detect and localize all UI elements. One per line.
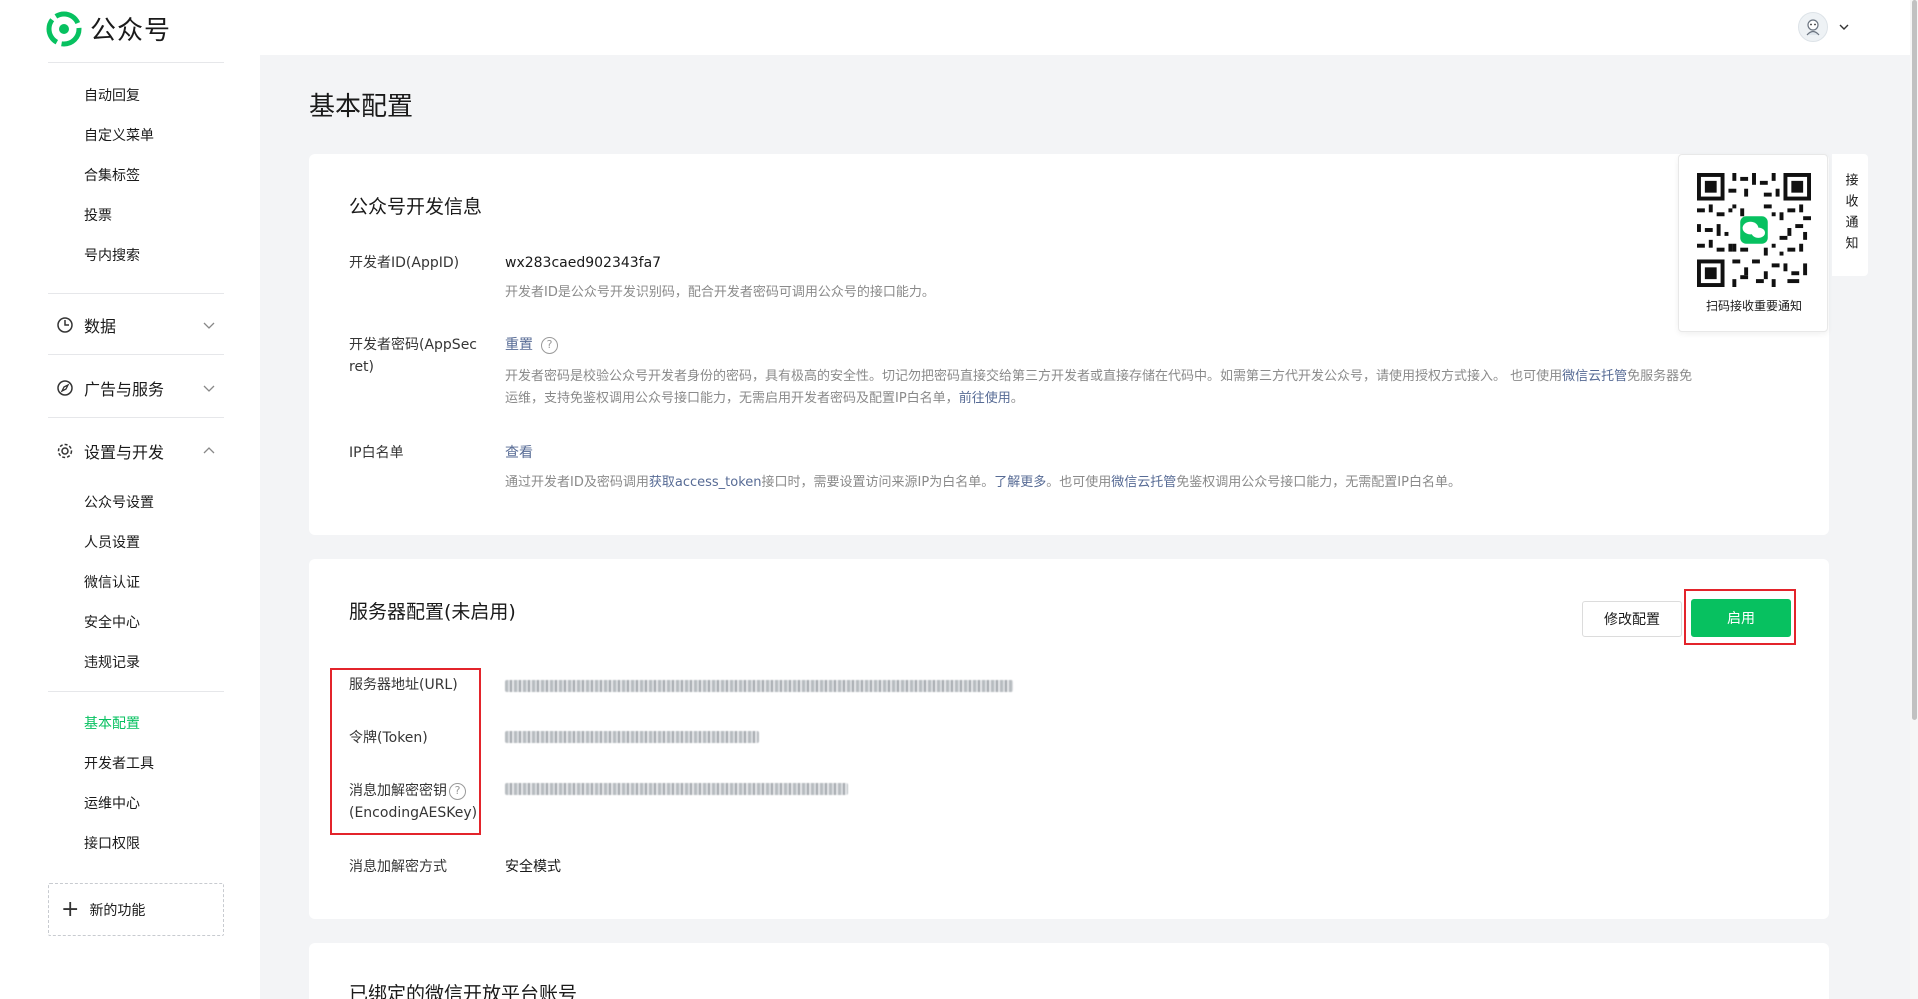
ip-whitelist-view-link[interactable]: 查看 (505, 442, 533, 464)
user-avatar-icon (1806, 19, 1820, 36)
appsecret-actions: 重置? (505, 334, 558, 356)
sidebar-item-account-settings[interactable]: 公众号设置 (84, 492, 154, 512)
appid-description: 开发者ID是公众号开发识别码，配合开发者密码可调用公众号的接口能力。 (505, 285, 935, 300)
desc-text: 免鉴权调用公众号接口能力，无需配置IP白名单。 (1176, 475, 1461, 490)
bound-accounts-card: 已绑定的微信开放平台账号 (309, 943, 1829, 999)
chevron-down-icon[interactable] (1838, 21, 1850, 33)
desc-text: 免服务器免 (1627, 369, 1693, 384)
sidebar-item-collection-tags[interactable]: 合集标签 (84, 165, 140, 185)
reset-secret-link[interactable]: 重置 (505, 337, 533, 353)
sidebar-item-vote[interactable]: 投票 (84, 205, 112, 225)
qr-caption: 扫码接收重要通知 (1705, 299, 1802, 313)
appsecret-label-line1: 开发者密码(AppSec (349, 337, 478, 353)
desc-text: 运维，支持免鉴权调用公众号接口能力，无需启用开发者密码及配置IP白名单， (505, 391, 959, 406)
desc-text: 接口时，需要设置访问来源IP为白名单。 (761, 475, 995, 490)
sidebar-divider (48, 417, 224, 418)
plus-icon: + (61, 896, 80, 922)
top-header: 公众号 (0, 0, 1918, 55)
wechat-cloud-link[interactable]: 微信云托管 (1111, 475, 1176, 490)
wechat-cloud-link[interactable]: 微信云托管 (1562, 369, 1627, 384)
desc-text: 。 (1010, 391, 1024, 406)
server-url-label: 服务器地址(URL) (349, 677, 458, 693)
encryption-mode-label: 消息加解密方式 (349, 859, 447, 875)
wechat-official-logo-icon (46, 11, 82, 46)
new-feature-label: 新的功能 (89, 902, 146, 919)
ip-whitelist-description: 通过开发者ID及密码调用获取access_token接口时，需要设置访问来源IP… (505, 472, 1785, 494)
receive-notify-label: 接收通知 (1842, 173, 1858, 257)
go-use-link[interactable]: 前往使用 (959, 391, 1011, 406)
learn-more-link[interactable]: 了解更多 (994, 475, 1046, 490)
sidebar-item-ops-center[interactable]: 运维中心 (84, 793, 140, 813)
aes-key-label: 消息加解密密钥? (EncodingAESKey) (349, 780, 477, 824)
compass-icon (57, 380, 73, 396)
sidebar-divider (48, 293, 224, 294)
sidebar-item-search[interactable]: 号内搜索 (84, 245, 140, 265)
scrollbar-thumb[interactable] (1912, 0, 1917, 720)
edit-config-button[interactable]: 修改配置 (1582, 601, 1682, 637)
sidebar: 自动回复 自定义菜单 合集标签 投票 号内搜索 数据 广告与服务 设置与开发 公… (0, 55, 260, 999)
access-token-link[interactable]: 获取access_token (649, 475, 762, 490)
appsecret-description: 开发者密码是校验公众号开发者身份的密码，具有极高的安全性。切记勿把密码直接交给第… (505, 366, 1785, 410)
clock-chart-icon (57, 317, 73, 333)
page-title: 基本配置 (309, 92, 414, 122)
account-menu[interactable] (1798, 12, 1850, 42)
receive-notify-tab[interactable]: 接收通知 (1832, 154, 1868, 276)
sidebar-item-api-permissions[interactable]: 接口权限 (84, 833, 140, 853)
chevron-down-icon (203, 385, 215, 392)
sidebar-item-security-center[interactable]: 安全中心 (84, 612, 140, 632)
desc-text: 开发者密码是校验公众号开发者身份的密码，具有极高的安全性。切记勿把密码直接交给第… (505, 369, 1563, 384)
server-config-card: 服务器配置(未启用) 修改配置 启用 服务器地址(URL) 令牌(Token) … (309, 559, 1829, 919)
sidebar-group-settings[interactable]: 设置与开发 (56, 439, 216, 463)
appsecret-label: 开发者密码(AppSec ret) (349, 334, 477, 378)
appid-label: 开发者ID(AppID) (349, 255, 460, 271)
help-icon[interactable]: ? (541, 336, 558, 354)
sidebar-group-label: 设置与开发 (84, 443, 165, 462)
sidebar-item-violations[interactable]: 违规记录 (84, 652, 140, 672)
sidebar-item-wechat-verify[interactable]: 微信认证 (84, 572, 140, 592)
encryption-mode-value: 安全模式 (505, 859, 561, 875)
sidebar-divider (48, 62, 224, 63)
logo-text: 公众号 (90, 16, 172, 46)
server-url-value-redacted (505, 680, 1013, 692)
desc-text: 。也可使用 (1046, 475, 1112, 490)
sidebar-group-ads[interactable]: 广告与服务 (56, 376, 216, 400)
sidebar-item-custom-menu[interactable]: 自定义菜单 (84, 125, 154, 145)
token-label: 令牌(Token) (349, 730, 428, 746)
chevron-down-icon (203, 322, 215, 329)
sidebar-group-data[interactable]: 数据 (56, 313, 216, 337)
token-value-redacted (505, 731, 759, 743)
sidebar-item-auto-reply[interactable]: 自动回复 (84, 85, 140, 105)
aes-key-label-line2: (EncodingAESKey) (349, 805, 478, 821)
qr-notify-widget[interactable]: 扫码接收重要通知 (1678, 154, 1828, 332)
sidebar-group-label: 数据 (84, 317, 117, 336)
highlight-box-enable (1684, 589, 1796, 645)
ip-whitelist-label: IP白名单 (349, 445, 404, 461)
dev-info-card: 公众号开发信息 开发者ID(AppID) wx283caed902343fa7 … (309, 154, 1829, 535)
aes-key-label-line1: 消息加解密密钥 (349, 783, 447, 799)
avatar[interactable] (1798, 12, 1828, 42)
card-title: 公众号开发信息 (349, 196, 483, 218)
logo[interactable]: 公众号 (46, 10, 171, 47)
help-icon[interactable]: ? (449, 782, 466, 800)
appid-value: wx283caed902343fa7 (505, 255, 662, 271)
new-feature-button[interactable]: + 新的功能 (48, 883, 224, 936)
appsecret-label-line2: ret) (349, 359, 375, 375)
desc-text: 通过开发者ID及密码调用 (505, 475, 649, 490)
sidebar-item-basic-config[interactable]: 基本配置 (84, 713, 140, 733)
card-title: 服务器配置(未启用) (349, 601, 516, 623)
sidebar-group-label: 广告与服务 (84, 380, 165, 399)
gear-icon (57, 443, 73, 459)
aes-key-value-redacted (505, 783, 848, 795)
qr-code-icon (1697, 173, 1811, 287)
sidebar-item-dev-tools[interactable]: 开发者工具 (84, 753, 154, 773)
card-title: 已绑定的微信开放平台账号 (349, 983, 578, 999)
sidebar-divider (48, 354, 224, 355)
sidebar-divider (48, 691, 224, 692)
sidebar-item-staff-settings[interactable]: 人员设置 (84, 532, 140, 552)
chevron-up-icon (203, 447, 215, 454)
